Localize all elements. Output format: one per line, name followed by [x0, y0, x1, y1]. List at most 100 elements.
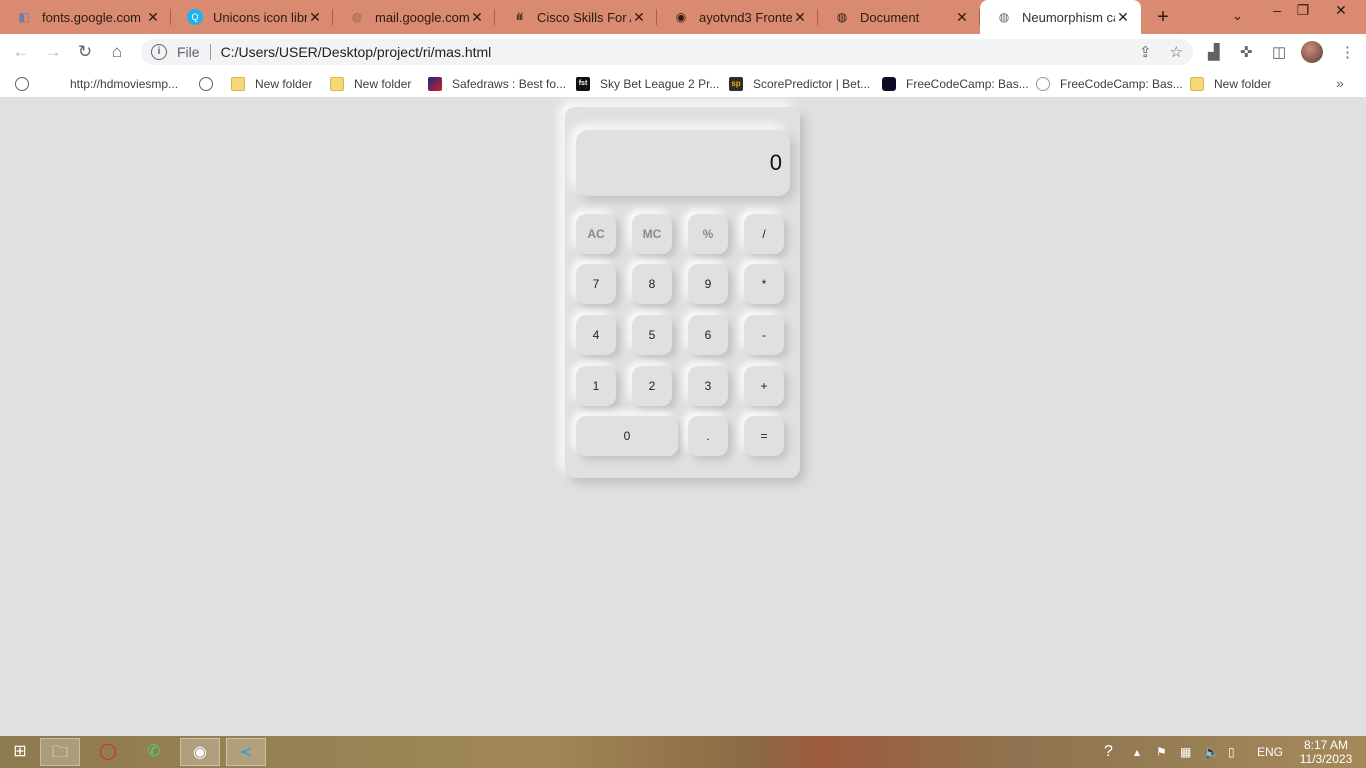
analytics-extension-icon[interactable]: ▟ [1208, 43, 1220, 61]
flag-icon[interactable]: ⚑ [1156, 736, 1167, 768]
address-bar[interactable]: i File C:/Users/USER/Desktop/project/ri/… [141, 39, 1193, 65]
tab-unicons[interactable]: Q Unicons icon libra ✕ [171, 0, 333, 34]
key-1[interactable]: 1 [576, 366, 616, 406]
language-indicator[interactable]: ENG [1257, 736, 1283, 768]
volume-icon[interactable]: 🔈 [1204, 736, 1219, 768]
battery-icon[interactable]: ▯ [1228, 736, 1235, 768]
side-panel-icon[interactable]: ◫ [1272, 43, 1286, 61]
bookmark-item[interactable]: http://hdmoviesmp... [70, 75, 178, 93]
bookmark-label: FreeCodeCamp: Bas... [1060, 77, 1183, 91]
tab-github[interactable]: ◉ ayotvnd3 Fronten ✕ [657, 0, 818, 34]
close-icon[interactable]: ✕ [469, 9, 485, 26]
whatsapp-icon[interactable]: ✆ [134, 738, 174, 766]
network-icon[interactable]: ▦ [1180, 736, 1191, 768]
url-text[interactable]: C:/Users/USER/Desktop/project/ri/mas.htm… [221, 44, 1139, 60]
system-clock[interactable]: 8:17 AM 11/3/2023 [1296, 738, 1356, 766]
tab-title: Document [860, 9, 920, 25]
info-icon[interactable]: i [151, 44, 167, 60]
key-add[interactable]: + [744, 366, 784, 406]
key-percent[interactable]: % [688, 214, 728, 254]
globe-icon [15, 77, 29, 91]
bookmark-item[interactable]: Safedraws : Best fo... [428, 75, 566, 93]
new-tab-button[interactable]: + [1153, 6, 1173, 28]
share-icon[interactable]: ⇪ [1139, 43, 1152, 61]
key-decimal[interactable]: . [688, 416, 728, 456]
help-icon[interactable]: ? [1104, 736, 1113, 768]
bookmark-item[interactable]: sp ScorePredictor | Bet... [729, 75, 870, 93]
home-button[interactable]: ⌂ [106, 41, 128, 63]
bookmark-item[interactable] [199, 75, 223, 93]
chrome-icon[interactable]: ◉ [180, 738, 220, 766]
divider [209, 44, 211, 60]
globe-icon: ◍ [351, 10, 363, 24]
key-ac[interactable]: AC [576, 214, 616, 254]
page-content: 0 AC MC % / 7 8 9 * 4 5 6 - 1 2 3 + 0 . … [0, 99, 1366, 736]
bookmark-apps[interactable] [15, 75, 39, 93]
tab-neumorphism-active[interactable]: ◍ Neumorphism cal ✕ [980, 0, 1141, 34]
globe-icon [199, 77, 213, 91]
key-2[interactable]: 2 [632, 366, 672, 406]
key-3[interactable]: 3 [688, 366, 728, 406]
unicons-icon: Q [187, 9, 203, 25]
windows-start-icon[interactable]: ⊞ [0, 738, 40, 766]
close-icon[interactable]: ✕ [145, 9, 161, 26]
close-icon[interactable]: ✕ [631, 9, 647, 26]
key-8[interactable]: 8 [632, 264, 672, 304]
close-icon[interactable]: ✕ [1115, 9, 1131, 26]
calculator-display: 0 [576, 130, 790, 196]
key-6[interactable]: 6 [688, 315, 728, 355]
chevron-up-icon[interactable]: ▴ [1134, 736, 1140, 768]
extensions-icon[interactable]: ✜ [1240, 43, 1253, 61]
cisco-icon: ılıl [516, 11, 523, 23]
close-icon[interactable]: ✕ [307, 9, 323, 26]
restore-button[interactable]: ❐ [1288, 0, 1318, 22]
freecodecamp-icon [1036, 77, 1050, 91]
key-9[interactable]: 9 [688, 264, 728, 304]
key-multiply[interactable]: * [744, 264, 784, 304]
sp-icon: sp [729, 77, 743, 91]
star-icon[interactable]: ☆ [1170, 43, 1183, 61]
tab-search-icon[interactable]: ⌄ [1232, 8, 1243, 24]
bookmark-item[interactable]: fst Sky Bet League 2 Pr... [576, 75, 719, 93]
bookmark-label: ScorePredictor | Bet... [753, 77, 871, 91]
key-0[interactable]: 0 [576, 416, 678, 456]
key-subtract[interactable]: - [744, 315, 784, 355]
browser-toolbar: ← → ↻ ⌂ i File C:/Users/USER/Desktop/pro… [0, 34, 1366, 70]
bookmark-folder[interactable]: New folder [330, 75, 411, 93]
close-window-button[interactable]: ✕ [1326, 0, 1356, 22]
bookmark-label: Safedraws : Best fo... [452, 77, 567, 91]
tab-gmail[interactable]: ◍ mail.google.com ✕ [333, 0, 495, 34]
key-4[interactable]: 4 [576, 315, 616, 355]
tab-strip: ◧ fonts.google.com ✕ Q Unicons icon libr… [0, 0, 1366, 34]
chevron-right-icon[interactable]: » [1336, 75, 1344, 91]
tab-title: Unicons icon libra [213, 9, 307, 25]
close-icon[interactable]: ✕ [792, 9, 808, 26]
bookmark-item[interactable]: FreeCodeCamp: Bas... [1036, 75, 1183, 93]
globe-icon: ◍ [836, 10, 848, 24]
tab-document[interactable]: ◍ Document ✕ [818, 0, 980, 34]
menu-icon[interactable]: ⋮ [1340, 43, 1355, 61]
key-5[interactable]: 5 [632, 315, 672, 355]
key-divide[interactable]: / [744, 214, 784, 254]
calculator: 0 AC MC % / 7 8 9 * 4 5 6 - 1 2 3 + 0 . … [565, 107, 800, 478]
opera-icon[interactable]: ◯ [88, 738, 128, 766]
vscode-icon[interactable]: ≺ [226, 738, 266, 766]
back-button[interactable]: ← [10, 41, 32, 63]
bookmark-folder[interactable]: New folder [231, 75, 312, 93]
file-explorer-icon[interactable]: 🗀 [40, 738, 80, 766]
key-equals[interactable]: = [744, 416, 784, 456]
tab-fonts-google[interactable]: ◧ fonts.google.com ✕ [0, 0, 171, 34]
tab-title: ayotvnd3 Fronten [699, 9, 792, 25]
key-mc[interactable]: MC [632, 214, 672, 254]
clock-date: 11/3/2023 [1299, 752, 1353, 766]
tab-title: Cisco Skills For All [537, 9, 631, 25]
tab-cisco[interactable]: ılıl Cisco Skills For All ✕ [495, 0, 657, 34]
forward-button[interactable]: → [42, 41, 64, 63]
bookmark-folder[interactable]: New folder [1190, 75, 1271, 93]
avatar[interactable] [1301, 41, 1323, 63]
reload-button[interactable]: ↻ [74, 41, 96, 63]
close-icon[interactable]: ✕ [954, 9, 970, 26]
bookmark-item[interactable]: FreeCodeCamp: Bas... [882, 75, 1029, 93]
key-7[interactable]: 7 [576, 264, 616, 304]
clock-time: 8:17 AM [1303, 738, 1349, 752]
